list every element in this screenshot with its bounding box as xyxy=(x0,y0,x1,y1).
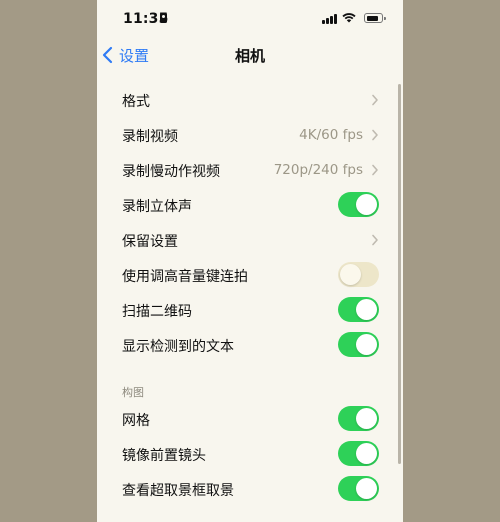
row-label: 录制视频 xyxy=(122,129,178,145)
section-header-composition: 构图 xyxy=(122,386,144,399)
volume-up-burst-toggle[interactable] xyxy=(338,262,379,287)
id-card-icon xyxy=(160,13,167,23)
view-outside-frame-toggle[interactable] xyxy=(338,476,379,501)
chevron-right-icon xyxy=(372,234,378,246)
settings-row-scan-qr: 扫描二维码 xyxy=(97,292,403,327)
row-label: 网格 xyxy=(122,413,150,429)
navigation-bar: 设置 相机 xyxy=(97,38,403,72)
mirror-front-camera-toggle[interactable] xyxy=(338,441,379,466)
row-label: 格式 xyxy=(122,94,150,110)
row-label: 查看超取景框取景 xyxy=(122,483,234,499)
scroll-indicator[interactable] xyxy=(398,84,401,464)
battery-icon xyxy=(364,13,386,23)
settings-row-record-slo-mo[interactable]: 录制慢动作视频 720p/240 fps xyxy=(97,152,403,187)
settings-row-format[interactable]: 格式 xyxy=(97,82,403,117)
settings-row-preserve-settings[interactable]: 保留设置 xyxy=(97,222,403,257)
settings-row-view-outside-frame: 查看超取景框取景 xyxy=(97,471,403,506)
signal-icon xyxy=(322,13,338,24)
chevron-right-icon xyxy=(372,129,378,141)
row-label: 保留设置 xyxy=(122,234,178,250)
row-label: 使用调高音量键连拍 xyxy=(122,269,248,285)
row-value: 4K/60 fps xyxy=(299,127,363,143)
grid-toggle[interactable] xyxy=(338,406,379,431)
settings-list: 格式 录制视频 4K/60 fps 录制慢动作视频 720p/240 fps 录… xyxy=(97,82,403,506)
scan-qr-toggle[interactable] xyxy=(338,297,379,322)
settings-row-show-detected-text: 显示检测到的文本 xyxy=(97,327,403,362)
row-label: 录制慢动作视频 xyxy=(122,164,220,180)
chevron-right-icon xyxy=(372,164,378,176)
settings-row-record-video[interactable]: 录制视频 4K/60 fps xyxy=(97,117,403,152)
settings-row-record-stereo: 录制立体声 xyxy=(97,187,403,222)
settings-row-grid: 网格 xyxy=(97,401,403,436)
row-value: 720p/240 fps xyxy=(273,162,363,178)
phone-screen: 11:35 设置 相机 格式 录制视频 4K/60 fps 录制慢动作视频 72… xyxy=(97,0,403,522)
record-stereo-toggle[interactable] xyxy=(338,192,379,217)
status-bar: 11:35 xyxy=(97,0,403,38)
row-label: 扫描二维码 xyxy=(122,304,192,320)
chevron-right-icon xyxy=(372,94,378,106)
page-title: 相机 xyxy=(234,47,265,65)
row-label: 镜像前置镜头 xyxy=(122,448,206,464)
row-label: 显示检测到的文本 xyxy=(122,339,234,355)
wifi-icon xyxy=(342,13,356,23)
settings-row-mirror-front-camera: 镜像前置镜头 xyxy=(97,436,403,471)
settings-row-volume-up-burst: 使用调高音量键连拍 xyxy=(97,257,403,292)
row-label: 录制立体声 xyxy=(122,199,192,215)
show-detected-text-toggle[interactable] xyxy=(338,332,379,357)
